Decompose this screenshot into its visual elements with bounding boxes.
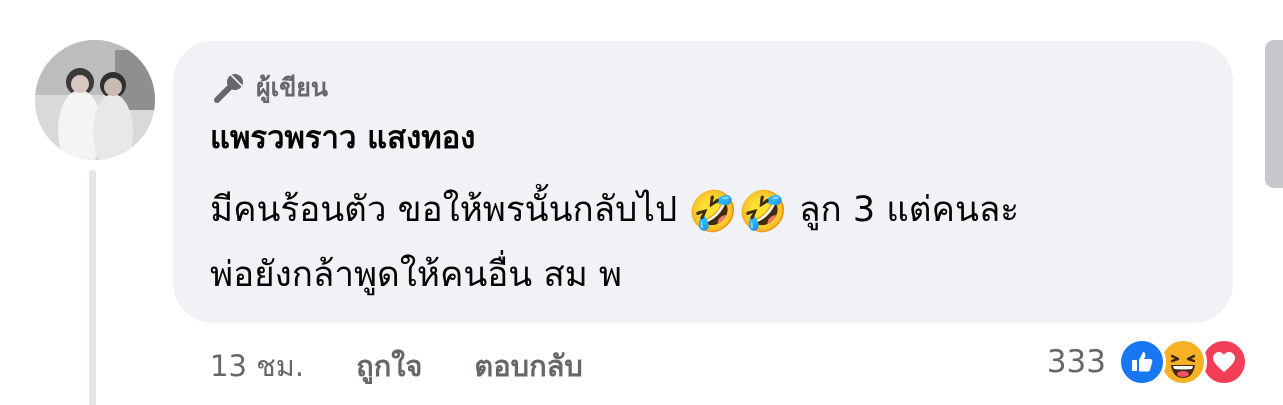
comment-line-2: พ่อยังกล้าพูดให้คนอื่น สม พ	[210, 255, 622, 295]
like-button[interactable]: ถูกใจ	[356, 343, 422, 389]
rolling-laughing-emoji: 🤣	[688, 189, 739, 235]
comment-thread: ผู้เขียน แพรวพราว แสงทอง มีคนร้อนตัว ขอใ…	[0, 0, 1283, 405]
avatar[interactable]	[35, 40, 155, 160]
comment-timestamp[interactable]: 13 ชม.	[210, 343, 304, 389]
comment-line-1: มีคนร้อนตัว ขอให้พรนั้นกลับไป 🤣🤣 ลูก 3 แ…	[210, 178, 1220, 243]
love-icon	[1200, 338, 1248, 386]
reaction-summary[interactable]: 333	[1047, 336, 1248, 388]
reaction-count: 333	[1046, 344, 1106, 380]
haha-icon	[1159, 338, 1207, 386]
rolling-laughing-emoji: 🤣	[738, 189, 788, 235]
thread-line	[89, 170, 96, 405]
microphone-icon	[214, 74, 243, 103]
comment-text: มีคนร้อนตัว ขอให้พรนั้นกลับไป 🤣🤣 ลูก 3 แ…	[210, 178, 1220, 308]
comment-actions: 13 ชม. ถูกใจ ตอบกลับ	[210, 340, 635, 392]
commenter-name[interactable]: แพรวพราว แสงทอง	[210, 120, 475, 157]
comment-text-part-2: ลูก 3 แต่คนละ	[799, 190, 1020, 230]
avatar-photo	[35, 40, 155, 160]
author-badge-label: ผู้เขียน	[256, 73, 329, 102]
like-icon	[1118, 338, 1166, 386]
author-badge: ผู้เขียน	[212, 66, 328, 110]
scrollbar-thumb[interactable]	[1265, 40, 1283, 188]
reply-button[interactable]: ตอบกลับ	[474, 343, 582, 389]
comment-text-part-1: มีคนร้อนตัว ขอให้พรนั้นกลับไป	[210, 190, 678, 230]
reaction-icons	[1118, 338, 1248, 386]
